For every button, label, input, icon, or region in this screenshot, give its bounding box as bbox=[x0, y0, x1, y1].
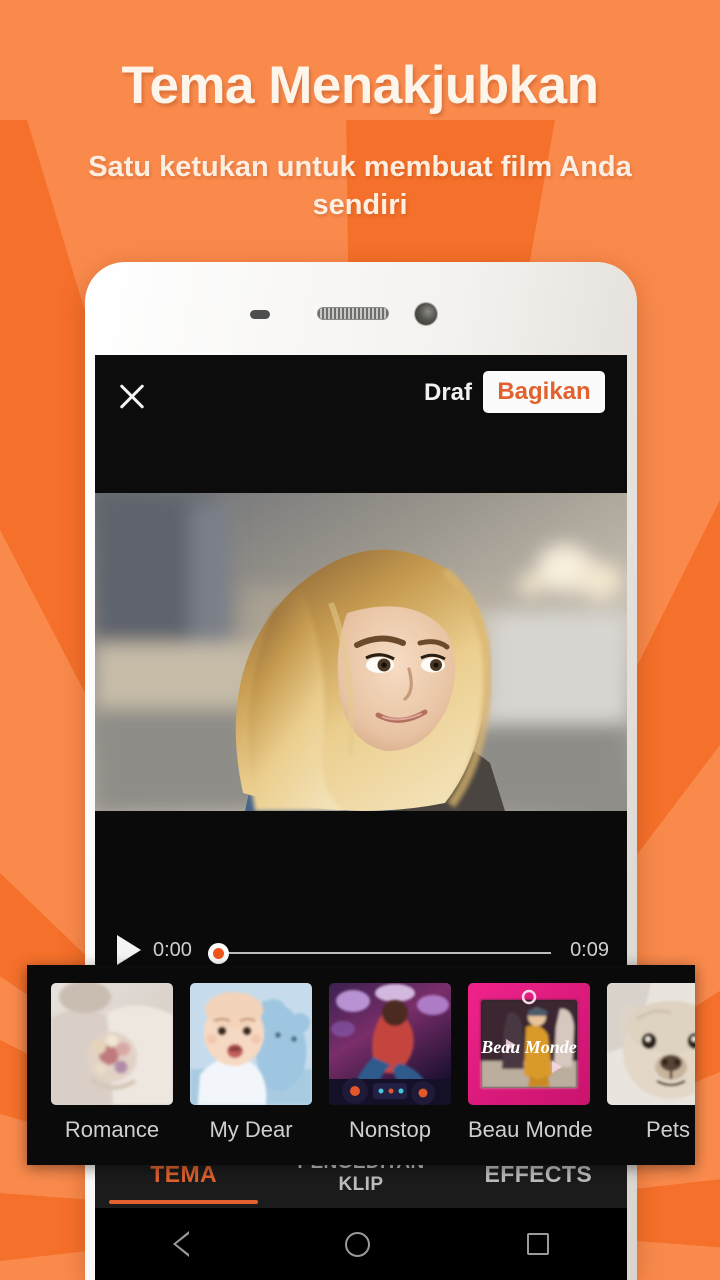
dj-at-turntables-image bbox=[329, 983, 451, 1105]
theme-label-beau-monde: Beau Monde bbox=[468, 1117, 593, 1142]
baby-with-blue-teddy-image bbox=[190, 983, 312, 1105]
themes-panel: Romance My Dear Nonstop Beau Monde Beau … bbox=[27, 965, 695, 1165]
android-nav-bar bbox=[95, 1208, 627, 1280]
total-time-label: 0:09 bbox=[570, 939, 609, 961]
theme-label-my-dear: My Dear bbox=[209, 1117, 293, 1142]
theme-item-pets[interactable]: Pets bbox=[607, 983, 695, 1143]
theme-label-romance: Romance bbox=[64, 1117, 160, 1142]
draft-button[interactable]: Draf bbox=[424, 379, 472, 407]
beau-monde-overlay-text: Beau Monde bbox=[480, 1037, 577, 1057]
theme-label-pets: Pets bbox=[645, 1117, 691, 1142]
theme-label-nonstop: Nonstop bbox=[349, 1117, 431, 1142]
theme-thumbnail-my-dear[interactable] bbox=[190, 983, 312, 1105]
page-subtitle: Satu ketukan untuk membuat film Anda sen… bbox=[88, 151, 632, 222]
front-camera-icon bbox=[415, 303, 437, 325]
fashion-runway-pink-card-image: Beau Monde bbox=[468, 983, 590, 1105]
circle-home-icon[interactable] bbox=[344, 1231, 370, 1257]
theme-thumbnail-beau-monde[interactable]: Beau Monde bbox=[468, 983, 590, 1105]
theme-thumbnail-pets[interactable] bbox=[607, 983, 695, 1105]
share-button-label: Bagikan bbox=[497, 378, 591, 405]
themes-list[interactable]: Romance My Dear Nonstop Beau Monde Beau … bbox=[27, 965, 695, 1143]
current-time-label: 0:00 bbox=[153, 939, 192, 961]
play-icon[interactable] bbox=[117, 935, 141, 965]
preview-frame-image bbox=[95, 493, 627, 811]
triangle-back-icon[interactable] bbox=[173, 1231, 190, 1257]
seek-bar-track[interactable] bbox=[217, 952, 551, 954]
theme-item-romance[interactable]: Romance bbox=[51, 983, 173, 1143]
theme-item-my-dear[interactable]: My Dear bbox=[190, 983, 312, 1143]
page-title: Tema Menakjubkan bbox=[121, 56, 600, 115]
proximity-sensor-icon bbox=[250, 310, 270, 319]
theme-item-nonstop[interactable]: Nonstop bbox=[329, 983, 451, 1143]
seek-bar-thumb[interactable] bbox=[208, 943, 229, 964]
theme-thumbnail-nonstop[interactable] bbox=[329, 983, 451, 1105]
close-icon[interactable] bbox=[113, 377, 151, 415]
earpiece-speaker-icon bbox=[317, 307, 389, 320]
share-button[interactable]: Bagikan bbox=[483, 371, 605, 413]
theme-item-beau-monde[interactable]: Beau Monde Beau Monde bbox=[468, 983, 593, 1143]
bride-holding-bouquet-image bbox=[51, 983, 173, 1105]
app-top-bar: Draf Bagikan bbox=[95, 355, 627, 493]
preview-spacer bbox=[95, 811, 627, 921]
theme-thumbnail-romance[interactable] bbox=[51, 983, 173, 1105]
square-recents-icon[interactable] bbox=[526, 1233, 549, 1255]
video-preview[interactable] bbox=[95, 493, 627, 811]
french-bulldog-puppy-image bbox=[607, 983, 695, 1105]
phone-top-bezel bbox=[85, 262, 637, 355]
